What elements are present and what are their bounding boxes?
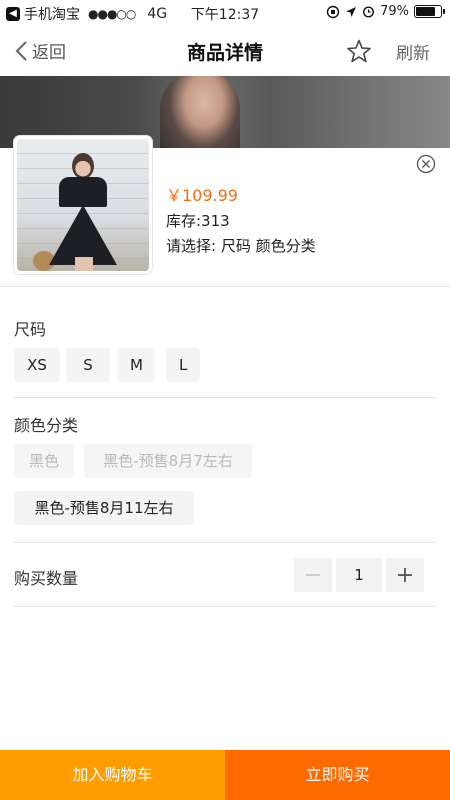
divider: [14, 606, 436, 607]
color-option-black-presale-aug11[interactable]: 黑色-预售8月11左右: [14, 491, 194, 525]
alarm-icon: [363, 6, 375, 18]
back-to-app-icon[interactable]: ◀: [6, 7, 20, 21]
status-right: 79%: [326, 4, 445, 19]
refresh-button[interactable]: 刷新: [396, 39, 430, 64]
product-stock: 库存:313: [166, 212, 230, 230]
thumbnail-photo: [17, 139, 149, 271]
battery-percent: 79%: [380, 4, 409, 19]
back-button[interactable]: 返回: [14, 38, 66, 63]
add-to-cart-button[interactable]: 加入购物车: [0, 750, 225, 800]
size-option-s[interactable]: S: [66, 348, 110, 382]
size-option-l[interactable]: L: [166, 348, 200, 382]
color-section-title: 颜色分类: [14, 416, 79, 435]
buy-now-button[interactable]: 立即购买: [225, 750, 450, 800]
signal-icon: ●●●○○: [88, 7, 136, 21]
divider: [14, 397, 436, 398]
status-bar: ◀ 手机淘宝 ●●●○○ 4G 下午12:37 79%: [0, 0, 450, 26]
chevron-left-icon: [15, 40, 27, 61]
bottom-action-bar: 加入购物车 立即购买: [0, 750, 450, 800]
divider: [14, 542, 436, 543]
network-type: 4G: [147, 6, 168, 22]
thumbnail-dress-top: [59, 177, 107, 207]
thumbnail-dress-skirt: [49, 205, 117, 265]
size-option-m[interactable]: M: [117, 348, 155, 382]
nav-bar: 返回 商品详情 刷新: [0, 26, 450, 76]
divider: [0, 286, 450, 287]
page-title: 商品详情: [186, 42, 263, 64]
quantity-label: 购买数量: [14, 569, 79, 588]
banner-model-figure: [160, 76, 240, 148]
sku-selector-sheet: ￥109.99 库存:313 请选择: 尺码 颜色分类 尺码 XS S M L …: [0, 136, 450, 750]
product-price: ￥109.99: [166, 186, 238, 205]
product-info: ￥109.99 库存:313 请选择: 尺码 颜色分类: [166, 182, 316, 256]
quantity-increase-button[interactable]: +: [386, 558, 424, 592]
favorite-star-icon[interactable]: [346, 38, 372, 64]
quantity-decrease-button[interactable]: −: [294, 558, 332, 592]
color-option-black[interactable]: 黑色: [14, 444, 74, 478]
battery-icon: [414, 5, 445, 18]
battery-fill: [416, 7, 435, 16]
thumbnail-model-legs: [75, 257, 93, 271]
back-label: 返回: [32, 43, 66, 63]
rotation-lock-icon: [326, 5, 340, 18]
color-option-black-presale-aug7[interactable]: 黑色-预售8月7左右: [84, 444, 252, 478]
close-icon[interactable]: [416, 154, 436, 174]
selection-hint: 请选择: 尺码 颜色分类: [166, 237, 316, 255]
status-left: ◀ 手机淘宝 ●●●○○ 4G: [6, 4, 167, 24]
size-option-xs[interactable]: XS: [14, 348, 60, 382]
location-arrow-icon: [346, 6, 357, 17]
thumbnail-model-head: [72, 153, 94, 179]
carrier-label: 手机淘宝: [24, 7, 80, 23]
product-thumbnail: [14, 136, 152, 274]
quantity-stepper: − 1 +: [294, 558, 424, 592]
size-section-title: 尺码: [14, 320, 47, 339]
quantity-value[interactable]: 1: [336, 558, 382, 592]
